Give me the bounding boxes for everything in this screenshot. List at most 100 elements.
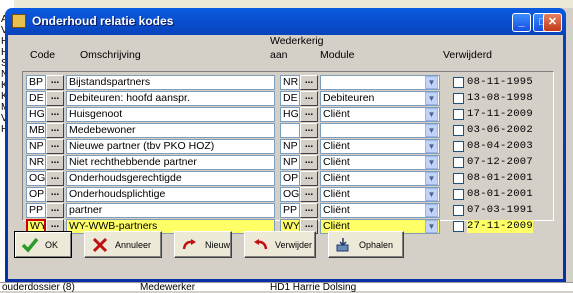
table-row[interactable]: MB... Medebewoner... ▼ 03-06-2002: [23, 123, 553, 139]
ophalen-button[interactable]: Ophalen: [328, 231, 404, 258]
code-cell[interactable]: OP: [26, 187, 46, 202]
wederkerig-lookup-button[interactable]: ...: [300, 171, 318, 186]
verwijderd-date: 08-01-2001: [467, 172, 534, 184]
relatie-kodes-dialog: Onderhoud relatie kodes _ □ ✕ Code Omsch…: [5, 8, 566, 282]
table-row[interactable]: BP... Bijstandspartners NR... ▼ 08-11-1995: [23, 75, 553, 91]
verwijder-button[interactable]: Verwijder: [244, 231, 316, 258]
verwijderd-checkbox[interactable]: [453, 109, 464, 120]
table-row[interactable]: OP... Onderhoudsplichtige OG... Cliënt ▼ 08-0…: [23, 187, 553, 203]
chevron-down-icon[interactable]: ▼: [425, 220, 438, 233]
table-row[interactable]: OG... Onderhoudsgerechtigde OP... Cliënt ▼ 08…: [23, 171, 553, 187]
chevron-down-icon[interactable]: ▼: [425, 108, 438, 121]
omschrijving-cell[interactable]: partner: [66, 203, 275, 218]
wederkerig-lookup-button[interactable]: ...: [300, 91, 318, 106]
chevron-down-icon[interactable]: ▼: [425, 188, 438, 201]
omschrijving-cell[interactable]: Onderhoudsgerechtigde: [66, 171, 275, 186]
table-row[interactable]: NP... Nieuwe partner (tbv PKO HOZ) NP... Cl…: [23, 139, 553, 155]
code-lookup-button[interactable]: ...: [46, 107, 64, 122]
module-select[interactable]: Debiteuren: [320, 91, 440, 106]
omschrijving-cell[interactable]: Onderhoudsplichtige: [66, 187, 275, 202]
code-cell[interactable]: DE: [26, 91, 46, 106]
background-text: Medewerker: [140, 282, 196, 293]
verwijderd-checkbox[interactable]: [453, 173, 464, 184]
module-select[interactable]: Cliënt: [320, 171, 440, 186]
verwijderd-checkbox[interactable]: [453, 93, 464, 104]
wederkerig-lookup-button[interactable]: ...: [300, 139, 318, 154]
chevron-down-icon[interactable]: ▼: [425, 124, 438, 137]
verwijderd-checkbox[interactable]: [453, 77, 464, 88]
code-lookup-button[interactable]: ...: [46, 155, 64, 170]
wederkerig-cell[interactable]: NP: [280, 155, 300, 170]
verwijderd-checkbox[interactable]: [453, 205, 464, 216]
wederkerig-lookup-button[interactable]: ...: [300, 75, 318, 90]
chevron-down-icon[interactable]: ▼: [425, 76, 438, 89]
code-cell[interactable]: NR: [26, 155, 46, 170]
wederkerig-lookup-button[interactable]: ...: [300, 187, 318, 202]
wederkerig-lookup-button[interactable]: ...: [300, 203, 318, 218]
code-cell[interactable]: OG: [26, 171, 46, 186]
chevron-down-icon[interactable]: ▼: [425, 92, 438, 105]
ok-label: OK: [45, 240, 59, 250]
wederkerig-lookup-button[interactable]: ...: [300, 107, 318, 122]
wederkerig-cell[interactable]: DE: [280, 91, 300, 106]
wederkerig-cell[interactable]: OG: [280, 187, 300, 202]
wederkerig-cell[interactable]: PP: [280, 203, 300, 218]
title-bar[interactable]: Onderhoud relatie kodes _ □ ✕: [8, 8, 563, 35]
module-value: Cliënt: [323, 108, 350, 120]
verwijderd-checkbox[interactable]: [453, 189, 464, 200]
module-select[interactable]: Cliënt: [320, 155, 440, 170]
code-cell[interactable]: NP: [26, 139, 46, 154]
code-lookup-button[interactable]: ...: [46, 171, 64, 186]
wederkerig-cell[interactable]: NR: [280, 75, 300, 90]
module-select[interactable]: Cliënt: [320, 139, 440, 154]
nieuw-button[interactable]: Nieuw: [174, 231, 232, 258]
code-lookup-button[interactable]: ...: [46, 123, 64, 138]
verwijderd-checkbox[interactable]: [453, 125, 464, 136]
module-value: Cliënt: [323, 140, 350, 152]
code-lookup-button[interactable]: ...: [46, 139, 64, 154]
wederkerig-lookup-button[interactable]: ...: [300, 123, 318, 138]
ok-button[interactable]: OK: [14, 231, 72, 258]
chevron-down-icon[interactable]: ▼: [425, 204, 438, 217]
code-lookup-button[interactable]: ...: [46, 187, 64, 202]
wederkerig-cell[interactable]: [280, 123, 300, 138]
omschrijving-cell[interactable]: Huisgenoot: [66, 107, 275, 122]
code-cell[interactable]: MB: [26, 123, 46, 138]
wederkerig-lookup-button[interactable]: ...: [300, 155, 318, 170]
table-row[interactable]: NR... Niet rechthebbende partner NP... Clië…: [23, 155, 553, 171]
code-cell[interactable]: BP: [26, 75, 46, 90]
module-select[interactable]: Cliënt: [320, 107, 440, 122]
table-row[interactable]: DE... Debiteuren: hoofd aanspr. DE... Debit…: [23, 91, 553, 107]
omschrijving-cell[interactable]: Nieuwe partner (tbv PKO HOZ): [66, 139, 275, 154]
verwijderd-checkbox[interactable]: [453, 141, 464, 152]
omschrijving-cell[interactable]: Debiteuren: hoofd aanspr.: [66, 91, 275, 106]
verwijderd-checkbox[interactable]: [453, 157, 464, 168]
minimize-button[interactable]: _: [512, 13, 531, 32]
table-row[interactable]: PP... partner PP... Cliënt ▼ 07-03-1991: [23, 203, 553, 219]
verwijderd-checkbox[interactable]: [453, 221, 464, 232]
table-row[interactable]: HG... Huisgenoot HG... Cliënt ▼ 17-11-2009: [23, 107, 553, 123]
code-lookup-button[interactable]: ...: [46, 203, 64, 218]
code-lookup-button[interactable]: ...: [46, 91, 64, 106]
wederkerig-cell[interactable]: OP: [280, 171, 300, 186]
module-select[interactable]: [320, 75, 440, 90]
close-button[interactable]: ✕: [543, 13, 562, 32]
code-cell[interactable]: PP: [26, 203, 46, 218]
header-module: Module: [320, 49, 355, 61]
verwijderd-date: 08-01-2001: [467, 188, 534, 200]
chevron-down-icon[interactable]: ▼: [425, 172, 438, 185]
code-lookup-button[interactable]: ...: [46, 75, 64, 90]
module-select[interactable]: Cliënt: [320, 203, 440, 218]
module-select[interactable]: [320, 123, 440, 138]
module-value: Cliënt: [323, 204, 350, 216]
wederkerig-cell[interactable]: NP: [280, 139, 300, 154]
code-cell[interactable]: HG: [26, 107, 46, 122]
module-select[interactable]: Cliënt: [320, 187, 440, 202]
omschrijving-cell[interactable]: Bijstandspartners: [66, 75, 275, 90]
chevron-down-icon[interactable]: ▼: [425, 156, 438, 169]
wederkerig-cell[interactable]: HG: [280, 107, 300, 122]
annuleer-button[interactable]: Annuleer: [84, 231, 162, 258]
chevron-down-icon[interactable]: ▼: [425, 140, 438, 153]
omschrijving-cell[interactable]: Niet rechthebbende partner: [66, 155, 275, 170]
omschrijving-cell[interactable]: Medebewoner: [66, 123, 275, 138]
